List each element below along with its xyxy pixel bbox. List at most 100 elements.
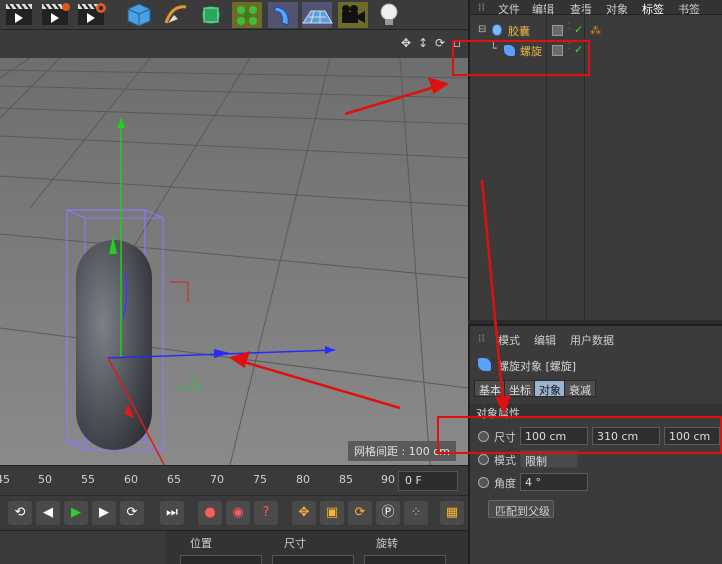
size-x-field[interactable]: 100 cm xyxy=(520,427,588,445)
tab-basic[interactable]: 基本 xyxy=(474,380,506,397)
timeline-tick: 50 xyxy=(38,473,52,486)
menu-edit[interactable]: 编辑 xyxy=(534,332,556,348)
size-animate-radio[interactable] xyxy=(478,431,489,442)
floor-icon[interactable] xyxy=(300,1,334,29)
edit-render-settings-icon[interactable] xyxy=(74,1,108,29)
timeline-tick: 70 xyxy=(210,473,224,486)
tab-object[interactable]: 对象 xyxy=(534,380,566,397)
render-view-icon[interactable] xyxy=(2,1,36,29)
autokey-icon[interactable]: ◉ xyxy=(226,501,250,525)
subdivision-icon[interactable] xyxy=(194,1,228,29)
transport-controls: ⟲ ◀ ▶ ▶ ⟳ ⏭ ● ◉ ? ✥ ▣ ⟳ Ⓟ ⁘ ▦ xyxy=(0,495,468,530)
twist-deformer-icon xyxy=(478,358,491,371)
record-key-icon[interactable]: ● xyxy=(198,501,222,525)
mode-select[interactable]: 限制 xyxy=(520,450,578,468)
position-header: 位置 xyxy=(190,537,212,550)
main-toolbar xyxy=(0,0,468,30)
timeline-tick: 45 xyxy=(0,473,10,486)
menu-file[interactable]: 文件 xyxy=(498,1,520,17)
object-manager: ⁞⁞ 文件 编辑 查看 对象 标签 书签 ⊟ 胶囊 ⁚ ✓ ⁂ └ 螺旋 ⁚ ✓ xyxy=(468,0,722,320)
deformer-icon[interactable] xyxy=(266,1,300,29)
object-name[interactable]: 胶囊 xyxy=(508,23,530,39)
layer-icon[interactable] xyxy=(552,25,563,36)
attribute-manager: ⁞⁞ 模式 编辑 用户数据 螺旋对象 [螺旋] 基本 坐标 对象 衰减 对象属性… xyxy=(468,324,722,564)
rotation-h-field[interactable] xyxy=(364,555,446,564)
timeline-tick: 55 xyxy=(81,473,95,486)
3d-viewport[interactable]: ✥ ↕ ⟳ ▫ 网格间距: 100 cm xyxy=(0,30,468,465)
menu-user-data[interactable]: 用户数据 xyxy=(570,332,614,348)
hierarchy-line-icon: └ xyxy=(490,42,497,55)
object-manager-menu: ⁞⁞ 文件 编辑 查看 对象 标签 书签 xyxy=(470,0,722,17)
mode-animate-radio[interactable] xyxy=(478,454,489,465)
timeline[interactable]: 45 50 55 60 65 70 75 80 85 90 0 F xyxy=(0,465,468,495)
scale-key-icon[interactable]: ▣ xyxy=(320,501,344,525)
viewport-header: ✥ ↕ ⟳ ▫ xyxy=(0,30,468,58)
timeline-tick: 60 xyxy=(124,473,138,486)
enabled-check-icon[interactable]: ✓ xyxy=(574,43,583,56)
light-icon[interactable] xyxy=(372,1,406,29)
move-view-icon[interactable]: ✥ xyxy=(399,36,413,50)
maximize-view-icon[interactable]: ▫ xyxy=(450,36,464,50)
layer-icon[interactable] xyxy=(552,45,563,56)
pen-icon[interactable] xyxy=(158,1,192,29)
timeline-tick: 80 xyxy=(296,473,310,486)
angle-label: 角度 xyxy=(494,477,516,490)
end-frame-icon[interactable]: ⏭ xyxy=(160,501,184,525)
render-picture-viewer-icon[interactable] xyxy=(38,1,72,29)
rotate-key-icon[interactable]: ⟳ xyxy=(348,501,372,525)
size-y-field[interactable]: 310 cm xyxy=(592,427,660,445)
camera-icon[interactable] xyxy=(336,1,370,29)
size-x-field[interactable] xyxy=(272,555,354,564)
size-label: 尺寸 xyxy=(494,431,516,444)
array-icon[interactable] xyxy=(230,1,264,29)
coordinates-panel-left xyxy=(0,531,165,564)
section-title: 对象属性 xyxy=(476,407,520,420)
angle-field[interactable]: 4 ° xyxy=(520,473,588,491)
section-header: 对象属性 xyxy=(470,404,722,420)
viewport-navigation: ✥ ↕ ⟳ ▫ xyxy=(399,36,464,50)
object-title: 螺旋对象 [螺旋] xyxy=(498,360,577,373)
menu-view[interactable]: 查看 xyxy=(570,1,592,17)
move-key-icon[interactable]: ✥ xyxy=(292,501,316,525)
menu-mode[interactable]: 模式 xyxy=(498,332,520,348)
menu-bookmarks[interactable]: 书签 xyxy=(678,1,700,17)
menu-edit[interactable]: 编辑 xyxy=(532,1,554,17)
previous-key-icon[interactable]: ◀ xyxy=(36,501,60,525)
expand-icon[interactable]: ⊟ xyxy=(478,24,486,35)
rotate-view-icon[interactable]: ⟳ xyxy=(433,36,447,50)
object-name[interactable]: 螺旋 xyxy=(520,43,542,59)
timeline-tick: 75 xyxy=(253,473,267,486)
keyframe-selection-icon[interactable]: ? xyxy=(254,501,278,525)
material-tag-icon[interactable]: ⁂ xyxy=(590,24,601,37)
mode-label: 模式 xyxy=(494,454,516,467)
visibility-dots-icon[interactable]: ⁚ xyxy=(568,42,571,52)
timeline-tick: 65 xyxy=(167,473,181,486)
angle-animate-radio[interactable] xyxy=(478,477,489,488)
go-to-end-icon[interactable]: ⟳ xyxy=(120,501,144,525)
rotation-header: 旋转 xyxy=(376,537,398,550)
enabled-check-icon[interactable]: ✓ xyxy=(574,23,583,36)
cube-icon[interactable] xyxy=(122,1,156,29)
position-x-field[interactable] xyxy=(180,555,262,564)
point-level-icon[interactable]: ⁘ xyxy=(404,501,428,525)
current-frame-field[interactable]: 0 F xyxy=(398,471,458,491)
object-row-twist[interactable]: └ 螺旋 ⁚ ✓ xyxy=(470,42,722,62)
coordinates-manager: 位置 尺寸 旋转 xyxy=(0,530,468,564)
timeline-window-icon[interactable]: ▦ xyxy=(440,501,464,525)
next-key-icon[interactable]: ▶ xyxy=(92,501,116,525)
size-header: 尺寸 xyxy=(284,537,306,550)
dolly-view-icon[interactable]: ↕ xyxy=(416,36,430,50)
menu-objects[interactable]: 对象 xyxy=(606,1,628,17)
play-icon[interactable]: ▶ xyxy=(64,501,88,525)
grip-icon: ⁞⁞ xyxy=(478,332,485,345)
object-row-capsule[interactable]: ⊟ 胶囊 ⁚ ✓ ⁂ xyxy=(470,22,722,42)
menu-tags[interactable]: 标签 xyxy=(642,1,664,17)
visibility-dots-icon[interactable]: ⁚ xyxy=(568,22,571,32)
timeline-tick: 90 xyxy=(381,473,395,486)
fit-to-parent-button[interactable]: 匹配到父级 xyxy=(488,500,554,518)
go-to-start-icon[interactable]: ⟲ xyxy=(8,501,32,525)
size-z-field[interactable]: 100 cm xyxy=(664,427,720,445)
parameter-key-icon[interactable]: Ⓟ xyxy=(376,501,400,525)
tab-coordinates[interactable]: 坐标 xyxy=(504,380,536,397)
tab-falloff[interactable]: 衰减 xyxy=(564,380,596,397)
